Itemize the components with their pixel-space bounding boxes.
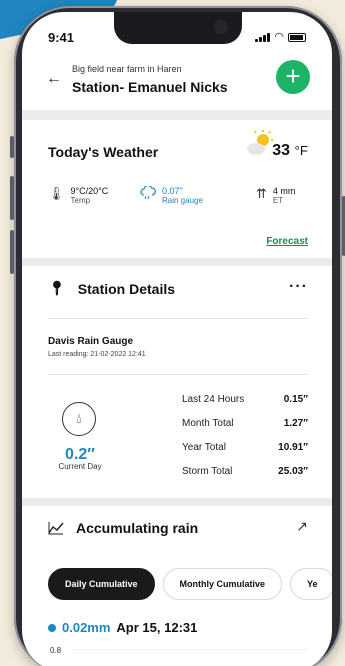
row-label: Year Total (182, 442, 226, 453)
temp-range: 9°C/20°C (70, 186, 109, 196)
temperature-readout: 33 °F (272, 142, 308, 160)
tab-monthly-cumulative[interactable]: Monthly Cumulative (162, 568, 283, 600)
plus-icon: + (285, 61, 301, 91)
total-row: Storm Total 25.03″ (182, 466, 308, 490)
grid-line (72, 649, 308, 650)
thermometer-icon: 🌡︎ (48, 186, 65, 201)
gauge-name: Davis Rain Gauge (48, 336, 134, 347)
external-link-icon[interactable]: ↗ (296, 518, 308, 535)
row-label: Month Total (182, 418, 234, 429)
row-label: Storm Total (182, 466, 233, 477)
reading-date: Apr 15, 12:31 (116, 620, 198, 635)
et-stat: ⇈ 4 mm ET (256, 186, 295, 205)
station-details-card: 📍︎ Station Details ··· Davis Rain Gauge … (22, 266, 332, 498)
camera (214, 20, 228, 34)
battery-icon (288, 32, 306, 42)
tab-yearly[interactable]: Ye (290, 568, 332, 600)
rain-gauge-icon: 💧︎ (62, 402, 96, 436)
back-arrow-icon[interactable]: ← (46, 70, 62, 88)
more-options-icon[interactable]: ··· (289, 278, 308, 296)
total-row: Last 24 Hours 0.15″ (182, 394, 308, 418)
rain-stat: 0.07" Rain gauge (140, 186, 203, 205)
add-button[interactable]: + (276, 60, 310, 94)
row-label: Last 24 Hours (182, 394, 245, 405)
app-header: ← Big field near farm in Haren Station- … (22, 56, 332, 104)
et-label: ET (272, 196, 284, 205)
weather-title: Today's Weather (48, 144, 159, 160)
et-value: 4 mm (272, 186, 296, 196)
accumulating-title: Accumulating rain (76, 520, 199, 536)
volume-down-button (10, 230, 14, 274)
rain-label: Rain gauge (162, 196, 203, 205)
chart-reading: 0.02mm Apr 15, 12:31 (48, 620, 197, 635)
evaporation-icon: ⇈ (256, 186, 267, 201)
total-row: Month Total 1.27″ (182, 418, 308, 442)
divider (48, 374, 308, 375)
forecast-link[interactable]: Forecast (266, 236, 308, 247)
reading-value: 0.02mm (62, 620, 111, 635)
row-value: 0.15″ (283, 394, 308, 405)
page-title: Station- Emanuel Nicks (72, 79, 228, 95)
row-value: 10.91″ (278, 442, 308, 453)
rain-totals: Last 24 Hours 0.15″ Month Total 1.27″ Year… (182, 394, 308, 490)
accumulating-rain-card: Accumulating rain ↗ Daily Cumulative Mon… (22, 506, 332, 666)
station-title: Station Details (77, 280, 176, 297)
notch (114, 12, 242, 44)
rain-value: 0.07" (162, 186, 183, 196)
series-dot (48, 623, 56, 632)
system-icons: ◠ (255, 31, 306, 43)
volume-up-button (10, 176, 14, 220)
header-subtitle: Big field near farm in Haren (72, 64, 182, 74)
temperature-value: 33 (272, 142, 291, 159)
accumulating-header: Accumulating rain (48, 520, 198, 536)
total-row: Year Total 10.91″ (182, 442, 308, 466)
rain-cloud-icon (140, 186, 156, 200)
section-divider (22, 258, 332, 266)
divider (48, 318, 308, 319)
section-divider (22, 110, 332, 120)
period-tabs: Daily Cumulative Monthly Cumulative Ye (48, 568, 332, 600)
current-day-label: Current Day (58, 462, 102, 471)
row-value: 25.03″ (278, 466, 308, 477)
status-time: 9:41 (48, 30, 75, 45)
y-axis-tick: 0.8 (50, 646, 62, 655)
tab-daily-cumulative[interactable]: Daily Cumulative (48, 568, 155, 600)
temp-stat: 🌡︎ 9°C/20°C Temp (48, 186, 108, 205)
station-header: 📍︎ Station Details (48, 280, 175, 297)
section-divider (22, 498, 332, 506)
weather-card: Today's Weather 33 °F 🌡︎ 9°C/20°C Temp 0.… (22, 122, 332, 257)
row-value: 1.27″ (283, 418, 308, 429)
mute-switch (10, 136, 14, 158)
temperature-unit: °F (294, 143, 308, 158)
trend-chart-icon (48, 522, 64, 535)
sun-cloud-icon (247, 130, 273, 155)
signal-icon (255, 32, 271, 42)
app-screen: 9:41 ◠ ← Big field near farm in Haren St… (22, 12, 332, 666)
last-reading: Last reading: 21-02-2022 12:41 (48, 351, 146, 358)
station-pin-icon: 📍︎ (48, 280, 66, 296)
temp-label: Temp (70, 196, 91, 205)
wifi-icon: ◠ (274, 31, 284, 43)
